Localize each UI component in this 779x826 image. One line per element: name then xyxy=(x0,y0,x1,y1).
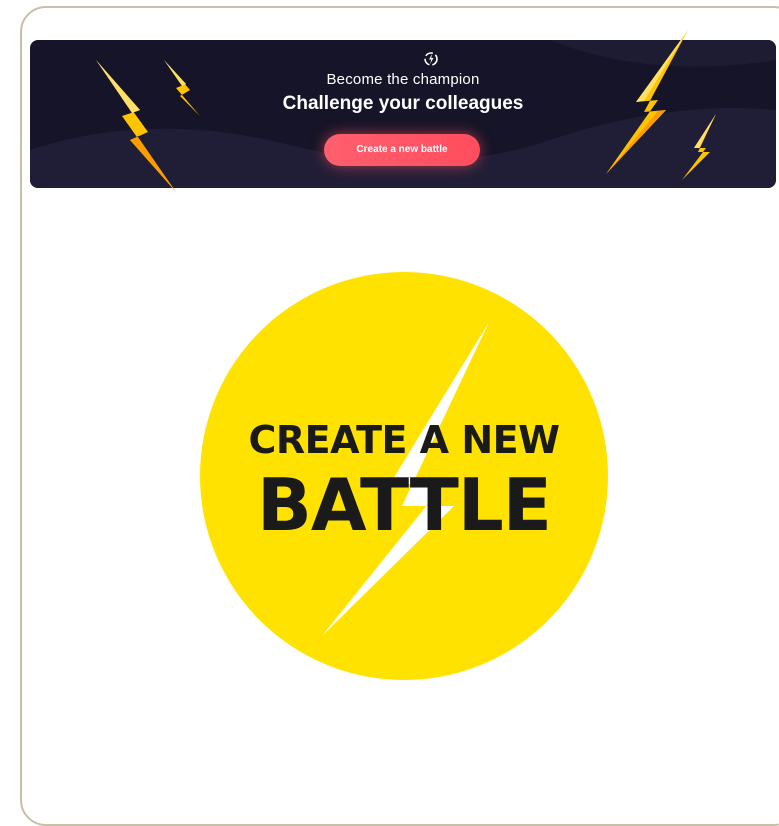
lightning-bolt-icon xyxy=(164,60,200,116)
hero-title-line1: CREATE A NEW xyxy=(248,418,561,462)
hero-title-line2: BATTLE xyxy=(257,463,552,547)
create-battle-button[interactable]: Create a new battle xyxy=(324,134,480,166)
lightning-bolt-icon xyxy=(682,114,716,180)
brand-logo-icon xyxy=(424,52,438,66)
